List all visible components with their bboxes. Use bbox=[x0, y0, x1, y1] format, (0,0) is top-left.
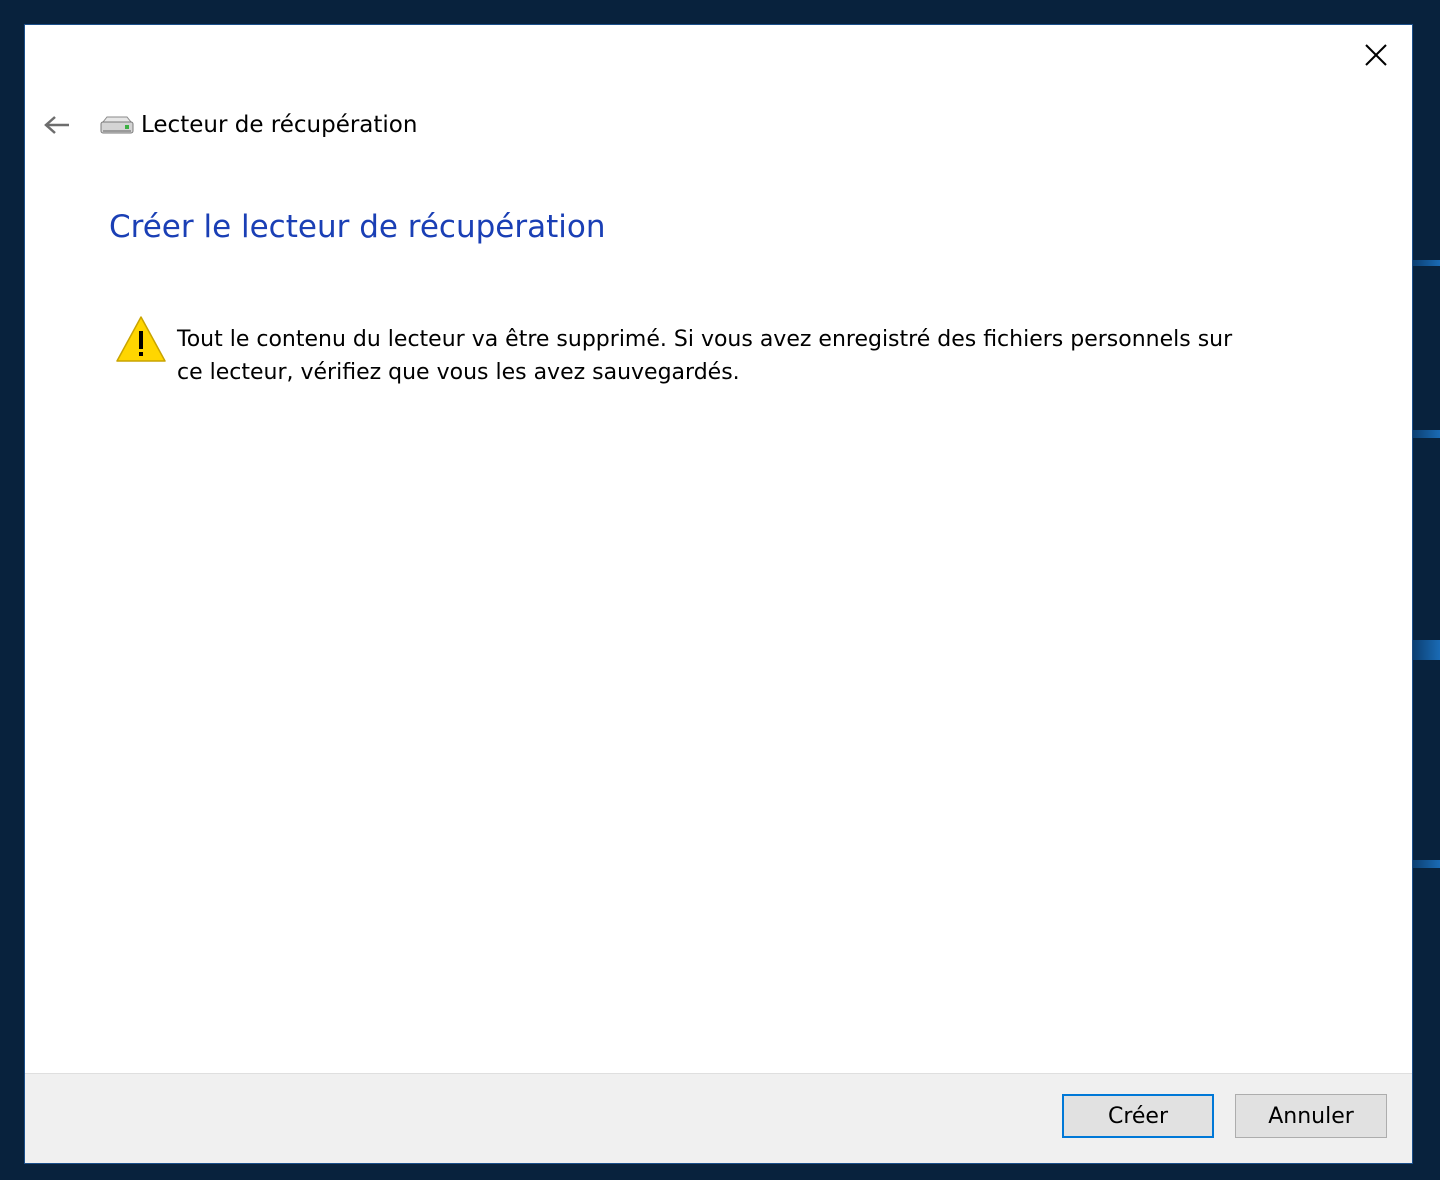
page-title: Créer le lecteur de récupération bbox=[109, 209, 606, 245]
desktop-background bbox=[1410, 860, 1440, 868]
close-icon bbox=[1365, 44, 1387, 66]
nav-title: Lecteur de récupération bbox=[141, 112, 418, 138]
back-arrow-icon bbox=[44, 116, 69, 134]
cancel-button[interactable]: Annuler bbox=[1235, 1094, 1387, 1138]
back-button[interactable] bbox=[39, 107, 75, 143]
footer-bar: Créer Annuler bbox=[25, 1073, 1412, 1163]
create-button[interactable]: Créer bbox=[1062, 1094, 1214, 1138]
close-button[interactable] bbox=[1358, 37, 1394, 73]
warning-icon bbox=[116, 316, 166, 362]
recovery-drive-window: Lecteur de récupération Créer le lecteur… bbox=[24, 24, 1413, 1164]
desktop-background bbox=[1410, 430, 1440, 438]
warning-message: Tout le contenu du lecteur va être suppr… bbox=[115, 315, 1237, 389]
drive-icon bbox=[99, 113, 135, 137]
desktop-background bbox=[1410, 640, 1440, 660]
navigation-bar: Lecteur de récupération bbox=[39, 105, 417, 145]
warning-text: Tout le contenu du lecteur va être suppr… bbox=[177, 327, 1233, 385]
desktop-background bbox=[1410, 260, 1440, 266]
